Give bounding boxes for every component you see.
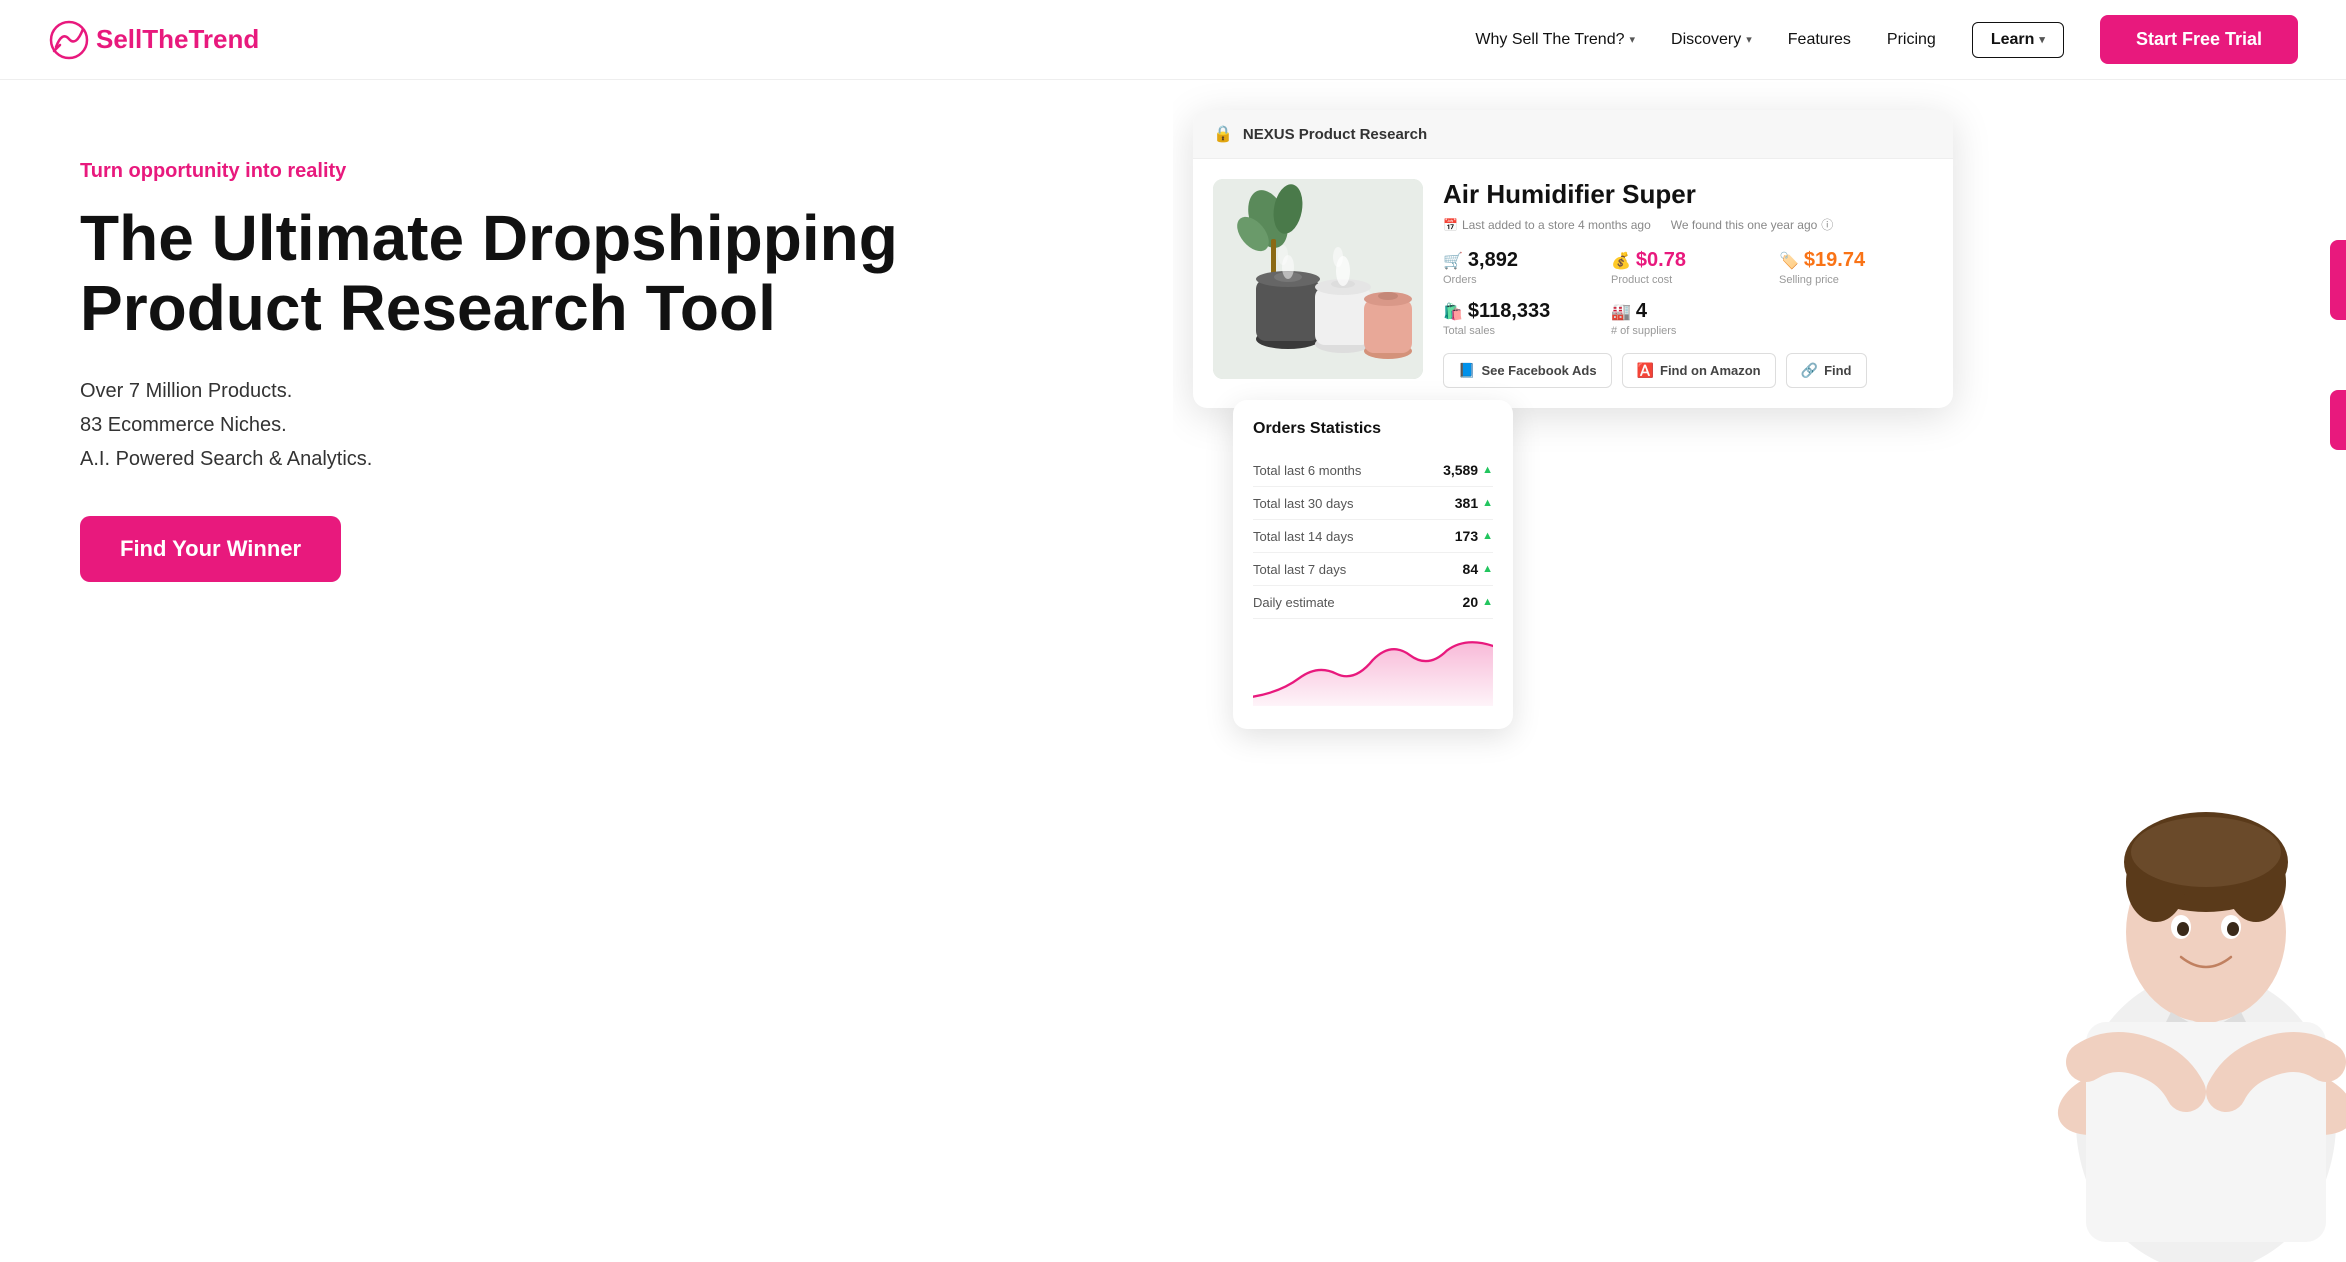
stat-orders-value: 🛒 3,892 bbox=[1443, 249, 1597, 272]
stat-sales-label: Total sales bbox=[1443, 325, 1597, 337]
navbar: SellTheTrend Why Sell The Trend? ▾ Disco… bbox=[0, 0, 2346, 80]
find-winner-button[interactable]: Find Your Winner bbox=[80, 516, 341, 582]
hero-title: The Ultimate Dropshipping Product Resear… bbox=[80, 203, 1113, 344]
orders-label-14days: Total last 14 days bbox=[1253, 529, 1353, 544]
stat-sales: 🛍️ $118,333 Total sales bbox=[1443, 300, 1597, 337]
calendar-icon: 📅 bbox=[1443, 218, 1458, 232]
product-title: Air Humidifier Super bbox=[1443, 179, 1933, 210]
stat-suppliers-label: # of suppliers bbox=[1611, 325, 1765, 337]
nav-item-learn[interactable]: Learn ▾ bbox=[1972, 22, 2064, 58]
hero-right: 🔒 NEXUS Product Research bbox=[1173, 80, 2346, 1262]
chart-area bbox=[1253, 629, 1493, 709]
logo-text: SellTheTrend bbox=[96, 24, 259, 55]
orders-value-30days: 381 ▲ bbox=[1455, 495, 1493, 511]
subtitle-line1: Over 7 Million Products. bbox=[80, 374, 1113, 408]
factory-icon: 🏭 bbox=[1611, 302, 1631, 322]
stat-price: 🏷️ $19.74 Selling price bbox=[1779, 249, 1933, 286]
panel-actions: 📘 See Facebook Ads 🅰️ Find on Amazon 🔗 F… bbox=[1443, 353, 1933, 388]
trend-up-icon: ▲ bbox=[1482, 497, 1493, 509]
hero-left: Turn opportunity into reality The Ultima… bbox=[0, 80, 1173, 1262]
nav-item-features[interactable]: Features bbox=[1788, 31, 1851, 49]
start-trial-button[interactable]: Start Free Trial bbox=[2100, 15, 2298, 64]
chevron-down-icon: ▾ bbox=[1629, 33, 1635, 46]
panel-header: 🔒 NEXUS Product Research bbox=[1193, 110, 1953, 159]
facebook-ads-button[interactable]: 📘 See Facebook Ads bbox=[1443, 353, 1612, 388]
pink-accent-bar-top bbox=[2330, 240, 2346, 320]
orders-row-30days: Total last 30 days 381 ▲ bbox=[1253, 487, 1493, 520]
trend-up-icon: ▲ bbox=[1482, 596, 1493, 608]
panel-body: Air Humidifier Super 📅 Last added to a s… bbox=[1193, 159, 1953, 408]
orders-label-30days: Total last 30 days bbox=[1253, 496, 1353, 511]
chevron-down-icon: ▾ bbox=[2039, 33, 2045, 46]
link-icon: 🔗 bbox=[1801, 362, 1818, 379]
stat-orders-label: Orders bbox=[1443, 274, 1597, 286]
stat-suppliers: 🏭 4 # of suppliers bbox=[1611, 300, 1765, 337]
product-info: Air Humidifier Super 📅 Last added to a s… bbox=[1443, 179, 1933, 388]
stat-cost-label: Product cost bbox=[1611, 274, 1765, 286]
hero-section: Turn opportunity into reality The Ultima… bbox=[0, 80, 2346, 1262]
stat-price-label: Selling price bbox=[1779, 274, 1933, 286]
meta-found: We found this one year ago ⓘ bbox=[1671, 216, 1834, 233]
cart-icon: 🛒 bbox=[1443, 251, 1463, 271]
subtitle-line2: 83 Ecommerce Niches. bbox=[80, 408, 1113, 442]
tag-icon: 🏷️ bbox=[1779, 251, 1799, 271]
orders-label-6months: Total last 6 months bbox=[1253, 463, 1361, 478]
orders-value-6months: 3,589 ▲ bbox=[1443, 462, 1493, 478]
subtitle-line3: A.I. Powered Search & Analytics. bbox=[80, 442, 1113, 476]
stats-grid: 🛒 3,892 Orders 💰 $0.78 Product bbox=[1443, 249, 1933, 337]
product-image bbox=[1213, 179, 1423, 379]
orders-value-daily: 20 ▲ bbox=[1463, 594, 1493, 610]
orders-label-daily: Daily estimate bbox=[1253, 595, 1335, 610]
orders-value-7days: 84 ▲ bbox=[1463, 561, 1493, 577]
orders-row-6months: Total last 6 months 3,589 ▲ bbox=[1253, 454, 1493, 487]
stat-orders: 🛒 3,892 Orders bbox=[1443, 249, 1597, 286]
lock-icon: 🔒 bbox=[1213, 124, 1233, 144]
person-image bbox=[2026, 662, 2346, 1262]
find-button[interactable]: 🔗 Find bbox=[1786, 353, 1867, 388]
trend-up-icon: ▲ bbox=[1482, 563, 1493, 575]
stat-cost: 💰 $0.78 Product cost bbox=[1611, 249, 1765, 286]
stat-price-value: 🏷️ $19.74 bbox=[1779, 249, 1933, 272]
orders-label-7days: Total last 7 days bbox=[1253, 562, 1346, 577]
stat-sales-value: 🛍️ $118,333 bbox=[1443, 300, 1597, 323]
orders-panel-title: Orders Statistics bbox=[1253, 420, 1493, 438]
money-icon: 💰 bbox=[1611, 251, 1631, 271]
nav-links: Why Sell The Trend? ▾ Discovery ▾ Featur… bbox=[1475, 15, 2298, 64]
trend-up-icon: ▲ bbox=[1482, 530, 1493, 542]
orders-row-14days: Total last 14 days 173 ▲ bbox=[1253, 520, 1493, 553]
hero-tagline: Turn opportunity into reality bbox=[80, 160, 1113, 183]
meta-added: 📅 Last added to a store 4 months ago bbox=[1443, 216, 1651, 233]
orders-row-daily: Daily estimate 20 ▲ bbox=[1253, 586, 1493, 619]
orders-row-7days: Total last 7 days 84 ▲ bbox=[1253, 553, 1493, 586]
nav-item-discovery[interactable]: Discovery ▾ bbox=[1671, 31, 1752, 49]
pink-accent-bar-bottom bbox=[2330, 390, 2346, 450]
facebook-icon: 📘 bbox=[1458, 362, 1475, 379]
amazon-icon: 🅰️ bbox=[1637, 362, 1654, 379]
nav-item-why[interactable]: Why Sell The Trend? ▾ bbox=[1475, 31, 1635, 49]
trend-up-icon: ▲ bbox=[1482, 464, 1493, 476]
stat-cost-value: 💰 $0.78 bbox=[1611, 249, 1765, 272]
chevron-down-icon: ▾ bbox=[1746, 33, 1752, 46]
nav-item-pricing[interactable]: Pricing bbox=[1887, 31, 1936, 49]
amazon-button[interactable]: 🅰️ Find on Amazon bbox=[1622, 353, 1776, 388]
product-meta: 📅 Last added to a store 4 months ago We … bbox=[1443, 216, 1933, 233]
stat-suppliers-value: 🏭 4 bbox=[1611, 300, 1765, 323]
product-panel: 🔒 NEXUS Product Research bbox=[1193, 110, 1953, 408]
hero-subtitle: Over 7 Million Products. 83 Ecommerce Ni… bbox=[80, 374, 1113, 476]
orders-panel: Orders Statistics Total last 6 months 3,… bbox=[1233, 400, 1513, 729]
panel-header-title: NEXUS Product Research bbox=[1243, 126, 1427, 143]
logo[interactable]: SellTheTrend bbox=[48, 19, 259, 61]
info-icon: ⓘ bbox=[1821, 216, 1833, 233]
bag-icon: 🛍️ bbox=[1443, 302, 1463, 322]
orders-value-14days: 173 ▲ bbox=[1455, 528, 1493, 544]
